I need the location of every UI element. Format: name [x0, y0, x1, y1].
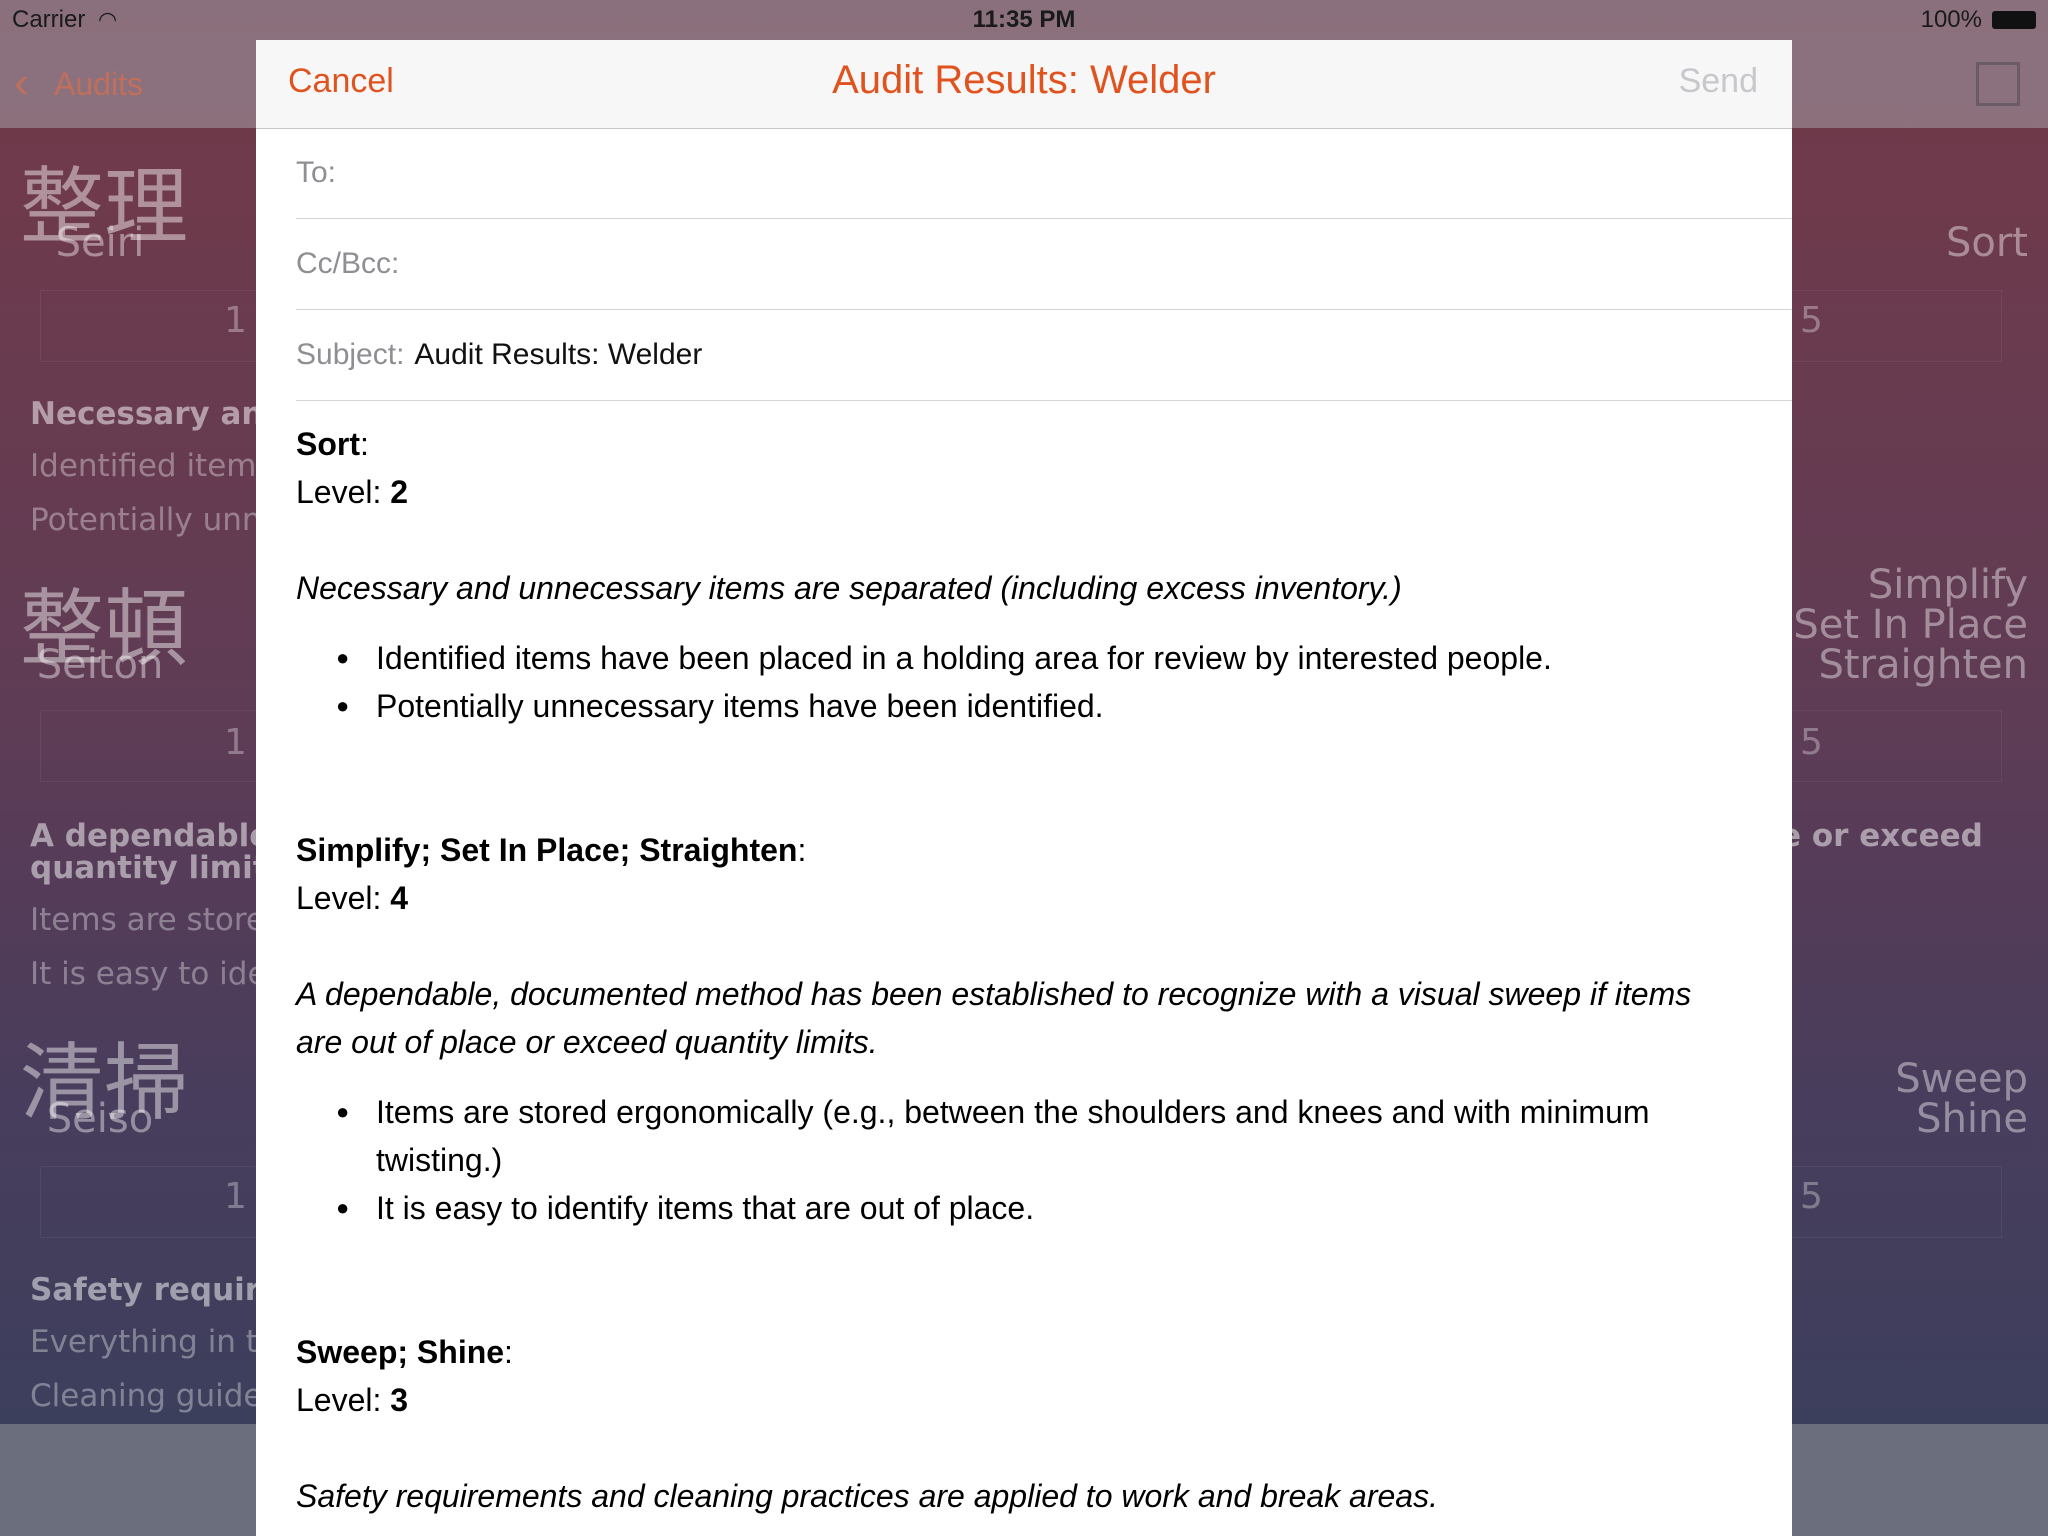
level-line: Level: 4 — [296, 880, 409, 916]
slider-min: 1 — [224, 1176, 247, 1217]
battery-icon — [1992, 11, 2036, 29]
subject-value[interactable]: Audit Results: Welder — [414, 338, 702, 371]
level-line: Level: 2 — [296, 474, 409, 510]
cc-bcc-field[interactable]: Cc/Bcc: — [296, 219, 1792, 310]
time-label: 11:35 PM — [972, 6, 1076, 33]
section-description: Safety requirements and cleaning practic… — [296, 1478, 1438, 1514]
level-line: Level: 3 — [296, 1382, 409, 1418]
english-label-sort: Sort — [1946, 220, 2028, 266]
mail-compose-sheet: Cancel Audit Results: Welder Send To: Cc… — [256, 40, 1792, 1536]
section-heading: Simplify; Set In Place; Straighten: — [296, 832, 807, 868]
section-heading: Sweep; Shine: — [296, 1334, 513, 1370]
criteria-heading: Safety require — [30, 1272, 282, 1308]
level-value: 3 — [390, 1382, 409, 1418]
bullet-list: Identified items have been placed in a h… — [296, 634, 1716, 730]
list-item: Identified items have been placed in a h… — [336, 634, 1716, 682]
compose-icon[interactable] — [1976, 62, 2020, 106]
slider-min: 1 — [224, 300, 247, 341]
level-value: 4 — [390, 880, 409, 916]
cc-bcc-label: Cc/Bcc: — [296, 247, 400, 280]
criteria-heading: A dependable, — [30, 818, 283, 854]
criteria-heading: quantity limits — [30, 850, 286, 886]
slider-min: 1 — [224, 722, 247, 763]
slider-max: 5 — [1800, 722, 1823, 763]
criteria-line: Cleaning guidel — [30, 1378, 272, 1414]
criteria-line: Identified items — [30, 448, 273, 484]
list-item: It is easy to identify items that are ou… — [336, 1184, 1716, 1232]
subject-field[interactable]: Subject: Audit Results: Welder — [296, 310, 1792, 401]
bullet-list: Items are stored ergonomically (e.g., be… — [296, 1088, 1716, 1232]
level-value: 2 — [390, 474, 409, 510]
status-bar: Carrier ◠ 11:35 PM 100% — [0, 0, 2048, 40]
to-label: To: — [296, 156, 337, 189]
romaji-seiton: Seiton — [36, 642, 164, 688]
list-item: Items are stored ergonomically (e.g., be… — [336, 1088, 1716, 1184]
section-sort: Sort: Level: 2 Necessary and unnecessary… — [296, 420, 1716, 730]
section-description: A dependable, documented method has been… — [296, 976, 1692, 1060]
english-label-straighten: Straighten — [1818, 642, 2028, 688]
compose-nav-bar: Cancel Audit Results: Welder Send — [256, 40, 1792, 129]
slider-max: 5 — [1800, 1176, 1823, 1217]
back-chevron-icon[interactable]: ‹ — [14, 58, 29, 108]
criteria-heading-right: e or exceed — [1780, 818, 1983, 854]
compose-title: Audit Results: Welder — [832, 58, 1216, 102]
section-heading: Sort: — [296, 426, 369, 462]
section-simplify: Simplify; Set In Place; Straighten: Leve… — [296, 826, 1716, 1232]
battery-percent: 100% — [1920, 6, 1982, 33]
criteria-line: It is easy to iden — [30, 956, 287, 992]
section-description: Necessary and unnecessary items are sepa… — [296, 570, 1402, 606]
english-label-shine: Shine — [1916, 1096, 2028, 1142]
romaji-seiri: Seiri — [55, 220, 145, 266]
criteria-line: Potentially unne — [30, 502, 281, 538]
criteria-heading: Necessary and — [30, 396, 286, 432]
back-button[interactable]: Audits — [54, 66, 143, 103]
section-sweep: Sweep; Shine: Level: 3 Safety requiremen… — [296, 1328, 1716, 1520]
send-button[interactable]: Send — [1679, 62, 1758, 101]
to-field[interactable]: To: — [296, 128, 1792, 219]
slider-max: 5 — [1800, 300, 1823, 341]
subject-label: Subject: — [296, 338, 405, 371]
criteria-line: Everything in th — [30, 1324, 278, 1360]
list-item: Potentially unnecessary items have been … — [336, 682, 1716, 730]
romaji-seiso: Seiso — [46, 1096, 154, 1142]
message-body[interactable]: Sort: Level: 2 Necessary and unnecessary… — [296, 420, 1716, 1520]
criteria-line: Items are store — [30, 902, 265, 938]
